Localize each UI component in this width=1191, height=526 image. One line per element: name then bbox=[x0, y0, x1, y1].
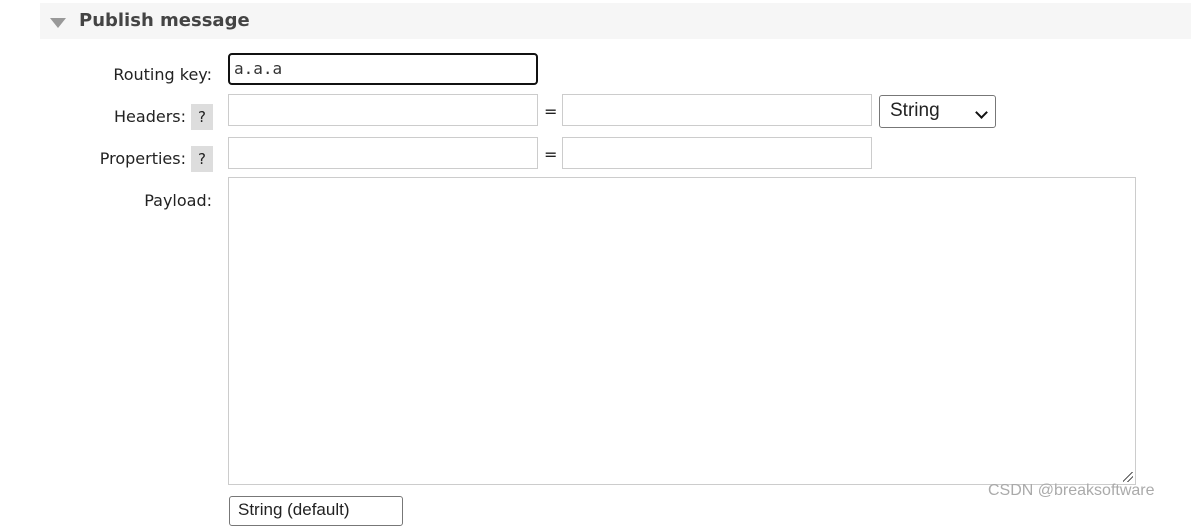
publish-message-header[interactable]: Publish message bbox=[40, 3, 1191, 39]
properties-label: Properties: bbox=[99, 149, 186, 168]
headers-help-button[interactable]: ? bbox=[191, 104, 213, 130]
routing-key-input[interactable]: a.a.a bbox=[228, 53, 538, 85]
payload-textarea[interactable] bbox=[228, 177, 1136, 485]
routing-key-label: Routing key: bbox=[113, 65, 212, 84]
header-type-select[interactable]: String bbox=[879, 95, 996, 128]
payload-encoding-value: String (default) bbox=[238, 500, 350, 519]
equals-sign: = bbox=[544, 145, 558, 164]
property-value-input[interactable] bbox=[562, 137, 872, 169]
header-type-value: String bbox=[890, 100, 940, 121]
property-key-input[interactable] bbox=[228, 137, 538, 169]
payload-encoding-select[interactable]: String (default) bbox=[229, 496, 403, 526]
headers-label: Headers: bbox=[114, 107, 186, 126]
header-key-input[interactable] bbox=[228, 94, 538, 126]
section-title: Publish message bbox=[79, 10, 250, 31]
chevron-down-icon bbox=[975, 106, 988, 119]
header-value-input[interactable] bbox=[562, 94, 872, 126]
equals-sign: = bbox=[544, 102, 558, 121]
resize-handle-icon[interactable] bbox=[1123, 472, 1133, 482]
triangle-down-icon bbox=[50, 18, 66, 28]
properties-help-button[interactable]: ? bbox=[191, 146, 213, 172]
payload-label: Payload: bbox=[144, 191, 212, 210]
watermark: CSDN @breaksoftware bbox=[988, 482, 1155, 499]
